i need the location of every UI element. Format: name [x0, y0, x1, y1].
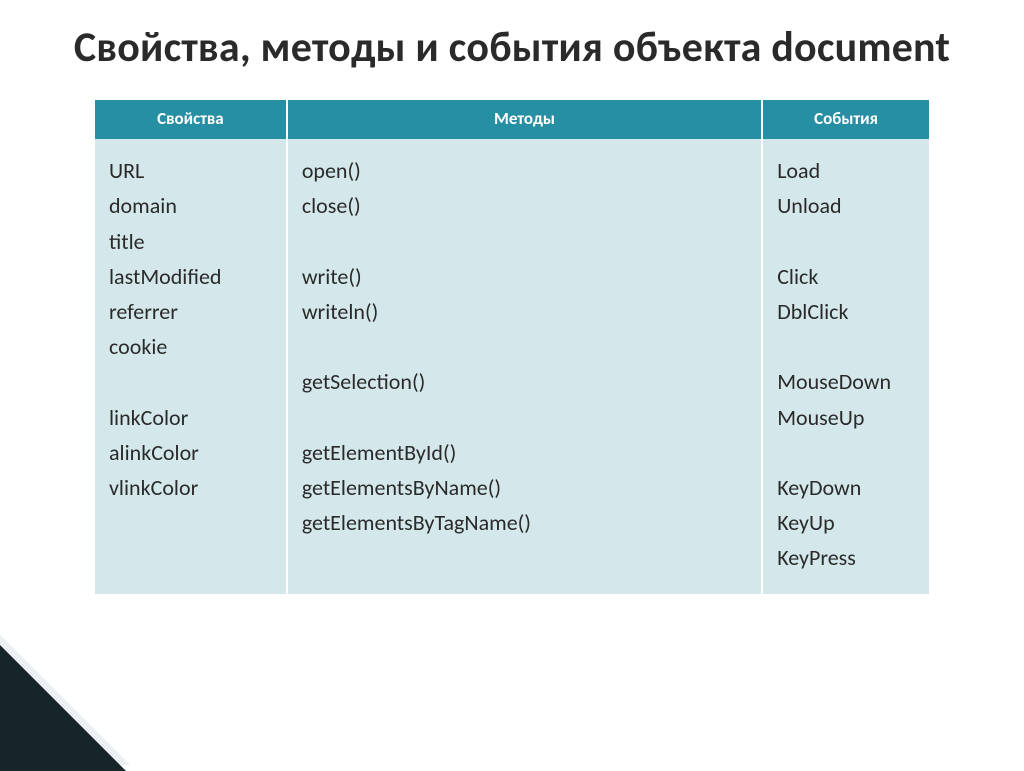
- table-row: URL domain title lastModified referrer c…: [95, 139, 929, 593]
- header-events: События: [762, 100, 929, 139]
- cell-properties: URL domain title lastModified referrer c…: [95, 139, 287, 593]
- header-methods: Методы: [287, 100, 762, 139]
- content-table-wrap: Свойства Методы События URL domain title…: [95, 100, 929, 593]
- cell-events: Load Unload Click DblClick MouseDown Mou…: [762, 139, 929, 593]
- document-object-table: Свойства Методы События URL domain title…: [95, 100, 929, 593]
- slide-title: Свойства, методы и события объекта docum…: [0, 0, 1024, 72]
- slide: Свойства, методы и события объекта docum…: [0, 0, 1024, 767]
- table-header-row: Свойства Методы События: [95, 100, 929, 139]
- cell-methods: open() close() write() writeln() getSele…: [287, 139, 762, 593]
- header-properties: Свойства: [95, 100, 287, 139]
- corner-decoration: [0, 641, 126, 771]
